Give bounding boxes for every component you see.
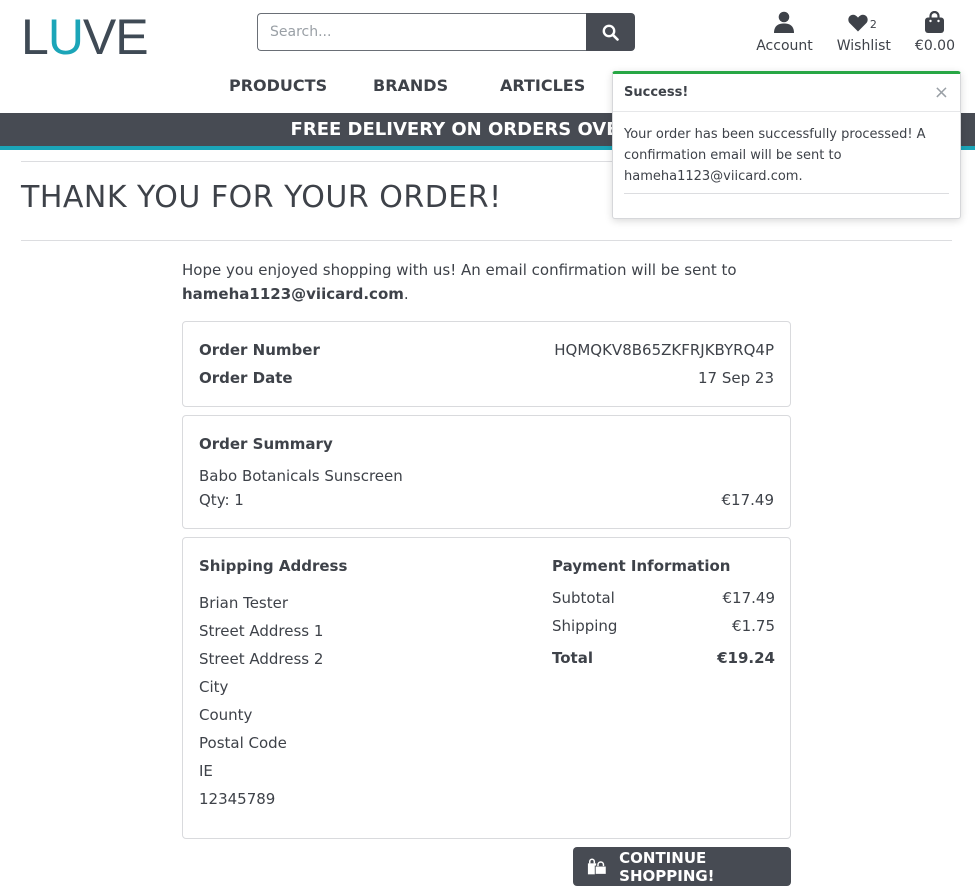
order-number-value: HQMQKV8B65ZKFRJKBYRQ4P <box>554 341 774 359</box>
search-bar <box>257 13 635 51</box>
nav-articles[interactable]: ARTICLES <box>500 76 585 95</box>
subtotal-label: Subtotal <box>552 589 615 607</box>
shipping-line: Brian Tester <box>199 594 289 612</box>
order-date-label: Order Date <box>199 369 293 387</box>
shipping-cost-value: €1.75 <box>732 617 775 635</box>
total-value: €19.24 <box>717 649 775 667</box>
shipping-line: Postal Code <box>199 734 287 752</box>
logo-letter-l: L <box>21 9 49 65</box>
order-date-value: 17 Sep 23 <box>698 369 774 387</box>
shopping-bags-icon <box>587 858 607 875</box>
shipping-line: 12345789 <box>199 790 276 808</box>
summary-product-name: Babo Botanicals Sunscreen <box>199 467 403 485</box>
success-toast: Success! × Your order has been successfu… <box>612 71 961 219</box>
user-icon <box>774 11 795 33</box>
nav-brands[interactable]: BRANDS <box>373 76 448 95</box>
toast-header: Success! × <box>613 74 960 112</box>
shipping-line: County <box>199 706 253 724</box>
intro-text: Hope you enjoyed shopping with us! An em… <box>182 261 737 279</box>
nav-products[interactable]: PRODUCTS <box>229 76 327 95</box>
intro-period: . <box>403 285 409 303</box>
subtotal-value: €17.49 <box>722 589 776 607</box>
confirmation-intro: Hope you enjoyed shopping with us! An em… <box>182 258 791 306</box>
cart-total: €0.00 <box>914 38 955 54</box>
shipping-lines: Brian Tester Street Address 1 Street Add… <box>199 589 323 813</box>
summary-qty: Qty: 1 <box>199 491 244 509</box>
order-summary-card: Order Summary Babo Botanicals Sunscreen … <box>182 415 791 529</box>
payment-heading: Payment Information <box>552 557 731 575</box>
account-link[interactable]: Account <box>756 10 813 54</box>
page-title: THANK YOU FOR YOUR ORDER! <box>21 180 502 215</box>
shipping-line: IE <box>199 762 213 780</box>
shipping-line: Street Address 1 <box>199 622 324 640</box>
shipping-address-block: Shipping Address Brian Tester Street Add… <box>199 557 499 808</box>
payment-info-block: Payment Information Subtotal €17.49 Ship… <box>552 557 775 667</box>
total-label: Total <box>552 649 593 667</box>
order-number-label: Order Number <box>199 341 320 359</box>
shopping-bag-icon <box>925 11 945 33</box>
search-input[interactable] <box>257 13 586 51</box>
continue-shopping-label: CONTINUE SHOPPING! <box>619 848 715 885</box>
wishlist-label: Wishlist <box>836 38 891 54</box>
shipping-cost-label: Shipping <box>552 617 618 635</box>
site-logo[interactable]: LUVE <box>21 9 149 65</box>
divider-title <box>21 240 952 241</box>
continue-shopping-button[interactable]: CONTINUE SHOPPING! <box>573 847 791 886</box>
search-button[interactable] <box>586 13 635 51</box>
account-label: Account <box>756 38 813 54</box>
shipping-line: City <box>199 678 229 696</box>
heart-icon <box>848 14 868 32</box>
toast-body: Your order has been successfully process… <box>613 112 960 194</box>
logo-letters-ve: VE <box>82 9 149 65</box>
wishlist-count: 2 <box>869 18 877 31</box>
shipping-line: Street Address 2 <box>199 650 324 668</box>
summary-price: €17.49 <box>721 491 775 509</box>
wishlist-link[interactable]: 2 Wishlist <box>837 10 891 54</box>
logo-letter-u: U <box>47 9 84 65</box>
toast-message: Your order has been successfully process… <box>624 127 926 184</box>
toast-divider <box>624 193 949 194</box>
order-info-card: Order Number HQMQKV8B65ZKFRJKBYRQ4P Orde… <box>182 321 791 407</box>
shipping-heading: Shipping Address <box>199 557 348 575</box>
close-icon[interactable]: × <box>934 83 949 102</box>
search-icon <box>602 24 619 41</box>
order-summary-heading: Order Summary <box>199 435 333 453</box>
shipping-payment-card: Shipping Address Brian Tester Street Add… <box>182 537 791 839</box>
header-actions: Account 2 Wishlist €0.00 <box>756 10 955 54</box>
intro-email: hameha1123@viicard.com <box>182 285 404 303</box>
toast-title: Success! <box>624 85 689 100</box>
cart-link[interactable]: €0.00 <box>915 10 955 54</box>
